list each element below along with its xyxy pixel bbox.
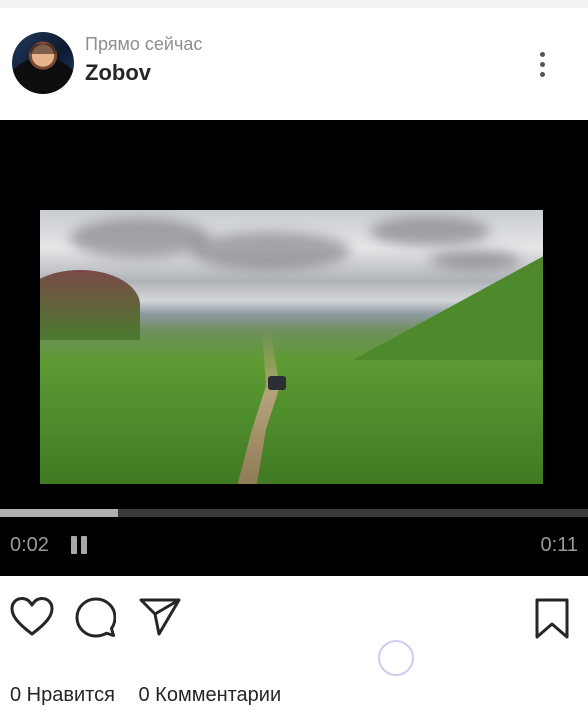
pause-icon[interactable] [70,536,88,554]
post-header: Прямо сейчас Zobov [0,8,588,120]
send-icon[interactable] [138,597,182,637]
likes-count[interactable]: 0 Нравится [10,684,115,706]
comments-count[interactable]: 0 Комментарии [139,684,282,706]
avatar[interactable] [12,32,74,94]
video-player[interactable] [0,120,588,576]
username[interactable]: Zobov [85,60,151,86]
total-time: 0:11 [540,534,578,556]
post-stats: 0 Нравится 0 Комментарии [10,684,299,707]
loading-indicator [378,640,414,676]
more-options-icon[interactable] [528,52,556,86]
video-progress-bar[interactable] [0,509,588,517]
video-frame [40,210,543,484]
heart-icon[interactable] [10,596,54,638]
post-time: Прямо сейчас [85,34,203,54]
bookmark-icon[interactable] [532,597,572,641]
top-divider [0,0,588,8]
vehicle [268,376,286,390]
current-time: 0:02 [10,534,49,556]
comment-icon[interactable] [74,596,116,638]
video-progress-fill [0,509,118,517]
